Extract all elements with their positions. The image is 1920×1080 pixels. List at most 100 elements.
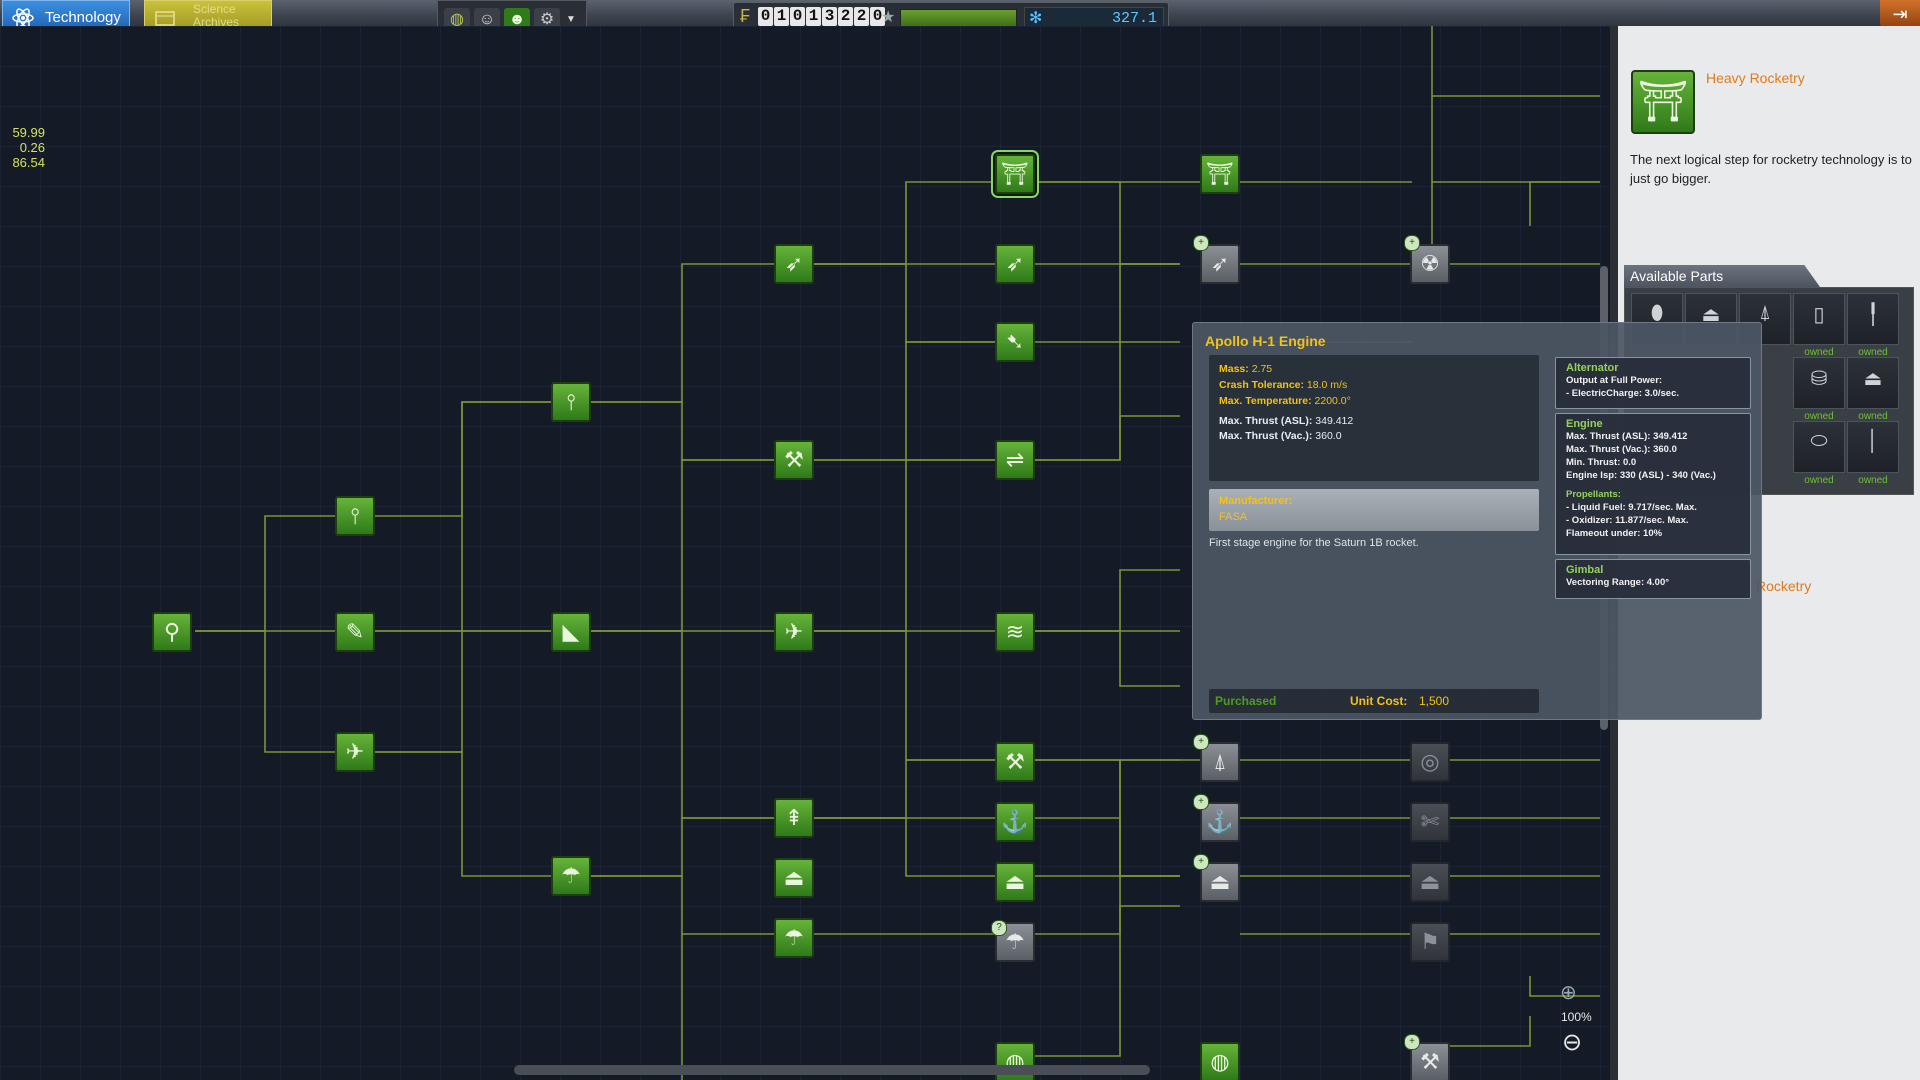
science-icon: ✻ xyxy=(1029,10,1043,27)
tech-node-composites[interactable]: ◎ xyxy=(1410,742,1450,782)
tech-node-advanced-landing[interactable]: ⚒ xyxy=(995,742,1035,782)
part-cell[interactable]: ⛁ owned xyxy=(1793,357,1845,422)
tech-node-supersonic-flight[interactable]: ≋ xyxy=(995,612,1035,652)
plus-badge: ? xyxy=(991,920,1007,936)
tech-node-advanced-construction[interactable]: ⇌ xyxy=(995,440,1035,480)
tech-node-fuel-systems[interactable]: ➶ xyxy=(995,244,1035,284)
funds-digit: 0 xyxy=(790,7,805,26)
tech-node-flight-control[interactable]: ☂ xyxy=(774,918,814,958)
stat-value: 360.0 xyxy=(1315,430,1342,442)
zoom-level: 100% xyxy=(1561,1010,1592,1024)
tech-node-adv-flight-control[interactable]: ⚓ xyxy=(995,802,1035,842)
module-title: Gimbal xyxy=(1566,564,1604,576)
tech-node-icon: ≋ xyxy=(1005,619,1025,644)
zoom-in-button[interactable]: ⊕ xyxy=(1560,980,1577,1005)
stat-label: Max. Thrust (ASL): xyxy=(1219,415,1313,427)
tech-node-icon: ◍ xyxy=(1210,1049,1230,1074)
tech-node-icon: ⛩ xyxy=(1206,161,1234,186)
tech-node-icon: ⇌ xyxy=(1005,447,1025,472)
tech-node-aviation[interactable]: ✈ xyxy=(774,612,814,652)
module-line: Output at Full Power: xyxy=(1566,375,1663,386)
node-name-fragment: Rocketry xyxy=(1756,578,1812,594)
plus-badge: + xyxy=(1193,794,1209,810)
tech-node-heavy-rocketry[interactable]: ⛩ xyxy=(995,154,1035,194)
tech-node-propulsion-systems[interactable]: ➷ xyxy=(995,322,1035,362)
stat-value: 349.412 xyxy=(1315,415,1354,427)
tech-node-basic-rocketry[interactable]: ⫯ xyxy=(335,496,375,536)
module-title: Alternator xyxy=(1566,362,1619,374)
tech-node-general-rocketry[interactable]: ⫯ xyxy=(551,382,591,422)
tech-node-stability[interactable]: ✈ xyxy=(335,732,375,772)
tech-node-advanced-unmanned[interactable]: ⏏ xyxy=(1410,862,1450,902)
zoom-in-icon: ⊕ xyxy=(1560,982,1577,1004)
node-description: The next logical step for rocketry techn… xyxy=(1630,152,1912,186)
part-cell[interactable]: ▯ owned xyxy=(1793,293,1845,358)
stat-label: Crash Tolerance: xyxy=(1219,379,1304,391)
tech-node-icon: ✈ xyxy=(345,739,365,764)
node-title: Heavy Rocketry xyxy=(1706,70,1805,86)
tech-node-icon: ☢ xyxy=(1420,251,1440,276)
unit-cost-label: Unit Cost: xyxy=(1350,694,1408,708)
funds-digit: 3 xyxy=(822,7,837,26)
tech-node-adv-fuel-systems[interactable]: ➶ xyxy=(1200,244,1240,284)
module-line: Min. Thrust: 0.0 xyxy=(1566,457,1637,468)
module-line: - ElectricCharge: 3.0/sec. xyxy=(1566,388,1679,399)
zoom-out-button[interactable]: ⊖ xyxy=(1562,1028,1582,1057)
tech-node-icon: ⚓ xyxy=(1206,809,1234,834)
module-line: Vectoring Range: 4.00° xyxy=(1566,577,1670,588)
module-engine: Engine Max. Thrust (ASL): 349.412 Max. T… xyxy=(1555,413,1751,555)
exit-icon: ⇥ xyxy=(1892,4,1908,24)
tech-node-advanced-exploration[interactable]: ⏏ xyxy=(995,862,1035,902)
tech-node-aviation-basic[interactable]: ◣ xyxy=(551,612,591,652)
part-adapter-icon: ⬭ xyxy=(1810,430,1828,452)
tech-node-icon: ⏏ xyxy=(1209,869,1231,894)
tech-node-landing[interactable]: ⇞ xyxy=(774,798,814,838)
purchase-status: Purchased xyxy=(1215,694,1277,708)
tech-node-heavier-rocketry[interactable]: ⛩ xyxy=(1200,154,1240,194)
tech-node-icon: ◣ xyxy=(562,619,580,644)
manufacturer-label: Manufacturer: xyxy=(1219,495,1293,507)
tech-node-icon: ☂ xyxy=(561,863,581,888)
tech-node-general-construction[interactable]: ⚒ xyxy=(774,440,814,480)
module-line: Max. Thrust (ASL): 349.412 xyxy=(1566,431,1688,442)
stat-row: Mass: 2.75 xyxy=(1219,363,1272,375)
part-cell[interactable]: ⏏ owned xyxy=(1847,357,1899,422)
tech-node-survivability[interactable]: ☂ xyxy=(551,856,591,896)
tech-node-icon: ◎ xyxy=(1420,749,1440,774)
stat-row: Max. Temperature: 2200.0° xyxy=(1219,395,1351,407)
tech-node-science-tech[interactable]: ⏏ xyxy=(774,858,814,898)
part-tooltip: Apollo H-1 Engine Mass: 2.75 Crash Toler… xyxy=(1192,322,1762,720)
tech-node-icon: ⏏ xyxy=(1419,869,1441,894)
module-title: Engine xyxy=(1566,418,1603,430)
funds-icon: ₣ xyxy=(740,6,751,26)
part-cell[interactable]: ╿ owned xyxy=(1847,293,1899,358)
tech-node-icon: ⏏ xyxy=(783,865,805,890)
part-cell[interactable]: │ owned xyxy=(1847,421,1899,486)
tech-node-advanced-electrics[interactable]: ◍ xyxy=(1200,1042,1240,1080)
module-line: Max. Thrust (Vac.): 360.0 xyxy=(1566,444,1677,455)
part-strut-icon: ╿ xyxy=(1866,304,1880,326)
part-pole-icon: │ xyxy=(1866,430,1880,452)
tooltip-title: Apollo H-1 Engine xyxy=(1205,333,1326,349)
tech-node-icon: ⚒ xyxy=(1005,749,1025,774)
tech-node-adv-science-tech[interactable]: ✄ xyxy=(1410,802,1450,842)
tech-node-advanced-rocketry[interactable]: ➶ xyxy=(774,244,814,284)
funds-digit: 0 xyxy=(758,7,773,26)
tech-node-icon: ✎ xyxy=(345,619,365,644)
debug-line: 86.54 xyxy=(12,155,45,170)
tooltip-footer: Purchased Unit Cost: 1,500 xyxy=(1209,689,1539,713)
module-line: - Liquid Fuel: 9.717/sec. Max. xyxy=(1566,502,1697,513)
module-subtitle: Propellants: xyxy=(1566,489,1621,500)
tech-node-engineering-101[interactable]: ✎ xyxy=(335,612,375,652)
tech-node-icon: ⏏ xyxy=(1004,869,1026,894)
tech-node-icon: ✄ xyxy=(1420,809,1440,834)
tree-horizontal-scrollbar[interactable] xyxy=(514,1065,1150,1075)
tech-node-icon: ⚓ xyxy=(1001,809,1029,834)
exit-button[interactable]: ⇥ xyxy=(1880,0,1920,28)
part-engine-bell-icon: ⏏ xyxy=(1863,368,1883,390)
tech-node-heavy-landing[interactable]: ⚑ xyxy=(1410,922,1450,962)
part-cell[interactable]: ⬭ owned xyxy=(1793,421,1845,486)
tech-node-icon: ⇞ xyxy=(784,805,804,830)
tech-node-icon: ⚲ xyxy=(163,619,181,644)
tech-node-start[interactable]: ⚲ xyxy=(152,612,192,652)
